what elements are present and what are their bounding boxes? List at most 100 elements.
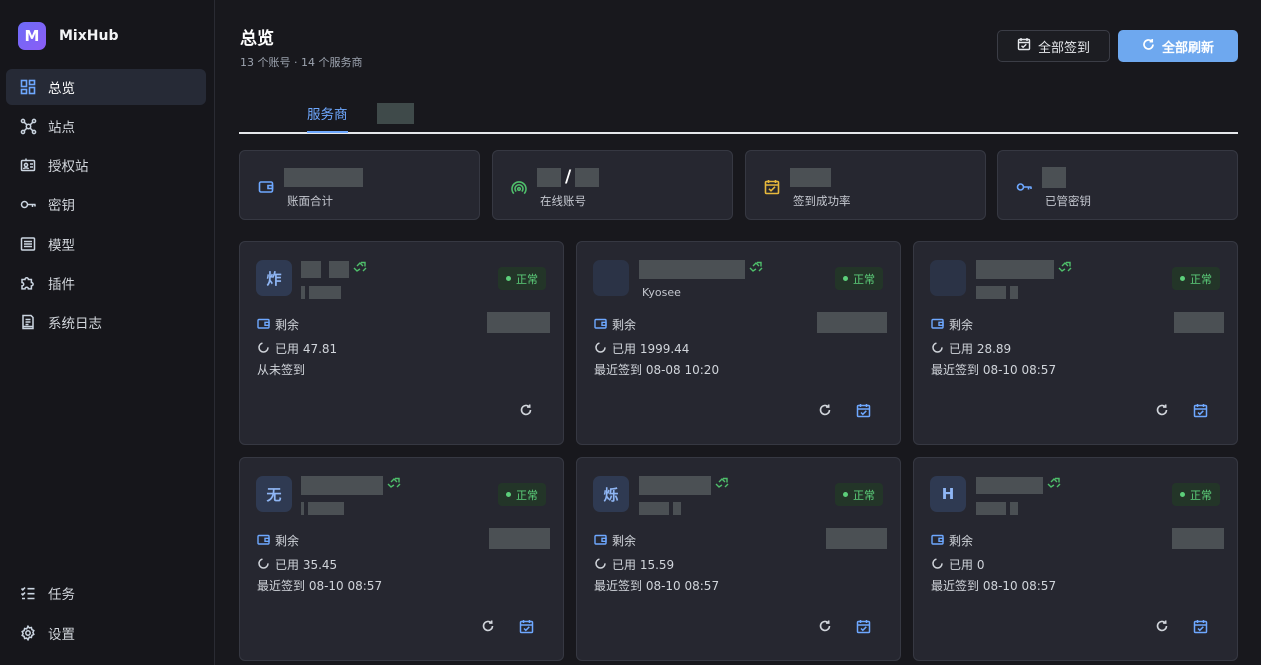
loading-circle-icon: [594, 557, 607, 573]
calendar-check-icon: [856, 403, 870, 417]
last-checkin: 最近签到 08-10 08:57: [257, 579, 383, 593]
provider-card[interactable]: Kyosee 正常 剩余 已用 1999.44 最近签到 08-08 10:20: [576, 241, 901, 445]
loading-circle-icon: [931, 557, 944, 573]
provider-card[interactable]: H 正常 剩余 已用 0 最近签到 08-10 08:57: [913, 457, 1238, 661]
sidebar-item-label: 设置: [48, 627, 75, 643]
avatar: [930, 260, 966, 296]
used-amount: 已用 15.59: [612, 558, 675, 572]
brand[interactable]: M MixHub: [18, 22, 118, 50]
card-title: [639, 259, 763, 279]
id-card-icon: [19, 156, 37, 174]
dashboard-icon: [19, 78, 37, 96]
checkin-button[interactable]: [1189, 615, 1211, 637]
signal-icon: [511, 179, 527, 195]
remain-amount: [826, 528, 887, 549]
network-icon: [19, 117, 37, 135]
refresh-icon: [1156, 404, 1168, 416]
calendar-check-icon: [856, 619, 870, 633]
used-amount: 已用 28.89: [949, 342, 1012, 356]
wallet-icon: [931, 317, 944, 333]
card-title: [639, 475, 729, 495]
calendar-check-icon: [1193, 619, 1207, 633]
sidebar-item-overview[interactable]: 总览: [6, 69, 206, 105]
provider-card[interactable]: 无 正常 剩余 已用 35.45 最近签到 08-10 08:57: [239, 457, 564, 661]
remain-label: 剩余: [275, 318, 300, 332]
avatar: 炸: [256, 260, 292, 296]
loading-circle-icon: [931, 341, 944, 357]
stat-label: 账面合计: [287, 194, 333, 208]
last-checkin: 最近签到 08-10 08:57: [594, 579, 720, 593]
wallet-icon: [594, 317, 607, 333]
checkin-button[interactable]: [852, 399, 874, 421]
last-checkin: 最近签到 08-10 08:57: [931, 363, 1057, 377]
refresh-button[interactable]: [477, 615, 499, 637]
sidebar-item-label: 密钥: [48, 198, 75, 214]
provider-card[interactable]: 炸 正常 剩余 已用 47.81 从未签到: [239, 241, 564, 445]
key-icon: [19, 195, 37, 213]
tab-providers[interactable]: 服务商: [307, 94, 348, 133]
refresh-button[interactable]: [515, 399, 537, 421]
remain-label: 剩余: [612, 318, 637, 332]
handshake-icon: [1047, 477, 1061, 493]
refresh-button[interactable]: [1151, 615, 1173, 637]
refresh-icon: [819, 404, 831, 416]
wallet-icon: [931, 533, 944, 549]
sidebar-item-settings[interactable]: 设置: [6, 615, 206, 651]
sidebar-item-label: 任务: [48, 587, 75, 603]
mixhub-logo: M: [18, 22, 46, 50]
avatar: [593, 260, 629, 296]
sidebar-item-label: 系统日志: [48, 316, 102, 332]
refresh-button[interactable]: [1151, 399, 1173, 421]
remain-amount: [487, 312, 550, 333]
wallet-icon: [257, 317, 270, 333]
refresh-button[interactable]: [814, 615, 836, 637]
card-title: [976, 259, 1072, 279]
status-badge: 正常: [1172, 483, 1220, 506]
key-icon: [1016, 179, 1032, 195]
sidebar-item-tasks[interactable]: 任务: [6, 575, 206, 611]
tab-accounts[interactable]: [377, 94, 414, 132]
checkin-button[interactable]: [515, 615, 537, 637]
used-amount: 已用 0: [949, 558, 985, 572]
handshake-icon: [715, 477, 729, 493]
sidebar: M MixHub 总览 站点 授权站 密钥 模型 插件 系统日志 任务 设置: [0, 0, 215, 665]
refresh-button[interactable]: [814, 399, 836, 421]
sidebar-item-system-logs[interactable]: 系统日志: [6, 304, 206, 340]
sidebar-item-keys[interactable]: 密钥: [6, 186, 206, 222]
card-title: [976, 476, 1061, 494]
handshake-icon: [1058, 261, 1072, 277]
sidebar-item-label: 插件: [48, 277, 75, 293]
stat-online-accounts: / 在线账号: [492, 150, 733, 220]
remain-amount: [1174, 312, 1224, 333]
gear-icon: [19, 624, 37, 642]
provider-card[interactable]: 正常 剩余 已用 28.89 最近签到 08-10 08:57: [913, 241, 1238, 445]
used-amount: 已用 1999.44: [612, 342, 690, 356]
used-amount: 已用 35.45: [275, 558, 338, 572]
status-badge: 正常: [835, 483, 883, 506]
main-content: 总览 13 个账号 · 14 个服务商 全部签到 全部刷新 服务商 账面合计 /: [215, 0, 1261, 665]
sidebar-item-plugins[interactable]: 插件: [6, 265, 206, 301]
provider-card[interactable]: 烁 正常 剩余 已用 15.59 最近签到 08-10 08:57: [576, 457, 901, 661]
page-subtitle: 13 个账号 · 14 个服务商: [240, 56, 363, 69]
wallet-icon: [594, 533, 607, 549]
sidebar-item-sites[interactable]: 站点: [6, 108, 206, 144]
checkin-button[interactable]: [852, 615, 874, 637]
refresh-icon: [482, 620, 494, 632]
stat-managed-keys: 已管密钥: [997, 150, 1238, 220]
list-icon: [19, 235, 37, 253]
handshake-icon: [387, 477, 401, 493]
checkin-all-button[interactable]: 全部签到: [997, 30, 1110, 62]
refresh-all-button[interactable]: 全部刷新: [1118, 30, 1238, 62]
calendar-check-icon: [1193, 403, 1207, 417]
sidebar-item-auth-sites[interactable]: 授权站: [6, 147, 206, 183]
remain-amount: [817, 312, 887, 333]
checkin-button[interactable]: [1189, 399, 1211, 421]
sidebar-item-label: 总览: [48, 81, 75, 97]
status-badge: 正常: [835, 267, 883, 290]
sidebar-item-models[interactable]: 模型: [6, 226, 206, 262]
card-title: [301, 260, 367, 278]
used-amount: 已用 47.81: [275, 342, 338, 356]
remain-amount: [489, 528, 550, 549]
stat-label: 在线账号: [540, 194, 586, 208]
app-name: MixHub: [59, 28, 119, 44]
